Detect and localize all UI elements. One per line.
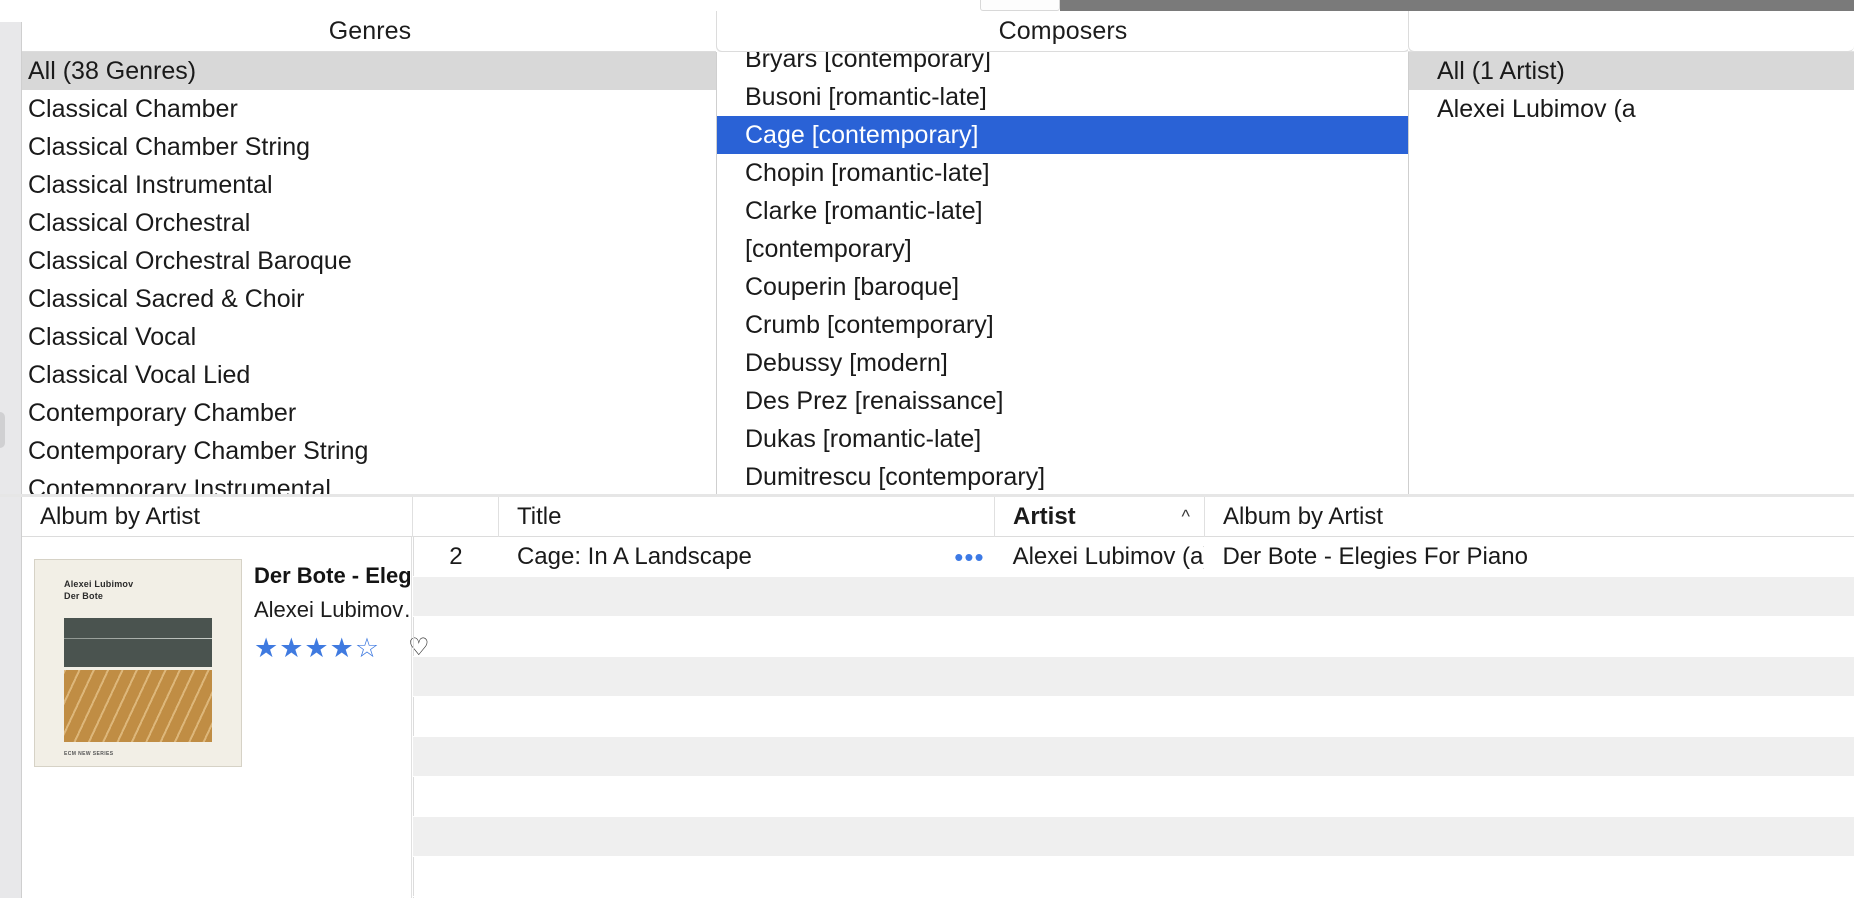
- composers-row[interactable]: Dumitrescu [contemporary]: [717, 458, 1409, 494]
- artwork-title-line: Der Bote: [64, 591, 104, 601]
- artists-header-tab-shape: [1408, 11, 1854, 52]
- genres-list[interactable]: All (38 Genres) Classical Chamber Classica…: [0, 52, 740, 494]
- genres-row[interactable]: Contemporary Chamber String: [0, 432, 739, 470]
- album-rating-row: ★★★★☆ ♡: [254, 633, 430, 663]
- artwork-credit: Alexei Lubimov Der Bote: [64, 578, 133, 602]
- album-info-panel: Alexei Lubimov Der Bote ECM NEW SERIES D…: [22, 537, 430, 898]
- genres-row[interactable]: Contemporary Instrumental: [0, 470, 739, 494]
- composers-row-clipped[interactable]: Bryars [contemporary]: [717, 52, 1409, 78]
- composers-pane: Composers Bryars [contemporary] Busoni [r…: [716, 11, 1410, 494]
- genres-row[interactable]: Classical Orchestral Baroque: [0, 242, 739, 280]
- genres-row[interactable]: Classical Chamber String: [0, 128, 739, 166]
- composers-pane-header[interactable]: Composers: [716, 11, 1410, 52]
- composers-row[interactable]: [contemporary]: [717, 230, 1409, 268]
- composers-row[interactable]: Chopin [romantic-late]: [717, 154, 1409, 192]
- genres-row[interactable]: Contemporary Chamber: [0, 394, 739, 432]
- composers-list[interactable]: Bryars [contemporary] Busoni [romantic-la…: [716, 52, 1410, 494]
- genres-pane-header[interactable]: Genres: [0, 11, 740, 52]
- table-row-empty[interactable]: [413, 697, 1854, 737]
- artwork-artist-line: Alexei Lubimov: [64, 579, 134, 589]
- genres-header-label: Genres: [328, 16, 412, 45]
- library-browser: Genres All (38 Genres) Classical Chamber C…: [0, 11, 1854, 505]
- sort-ascending-caret-icon: ^: [1181, 506, 1190, 526]
- table-row-empty[interactable]: [413, 617, 1854, 657]
- track-rows[interactable]: 2 Cage: In A Landscape ••• Alexei Lubimov (…: [413, 537, 1854, 898]
- table-column-header[interactable]: Title: [498, 496, 994, 537]
- composers-row[interactable]: Dukas [romantic-late]: [717, 420, 1409, 458]
- table-row-empty[interactable]: [413, 577, 1854, 617]
- genres-row[interactable]: Classical Orchestral: [0, 204, 739, 242]
- table-column-header[interactable]: Artist ^: [994, 496, 1204, 537]
- table-column-header-label: Title: [517, 502, 562, 530]
- row-overflow-menu-icon[interactable]: •••: [954, 544, 984, 570]
- table-column-header[interactable]: Album by Artist: [1204, 496, 1854, 537]
- artists-list[interactable]: All (1 Artist) Alexei Lubimov (a: [1408, 52, 1854, 494]
- genres-row[interactable]: Classical Sacred & Choir: [0, 280, 739, 318]
- table-column-header-label: Artist: [1013, 502, 1076, 530]
- genres-pane: Genres All (38 Genres) Classical Chamber C…: [0, 11, 740, 494]
- composers-row-selected[interactable]: Cage [contemporary]: [717, 116, 1409, 154]
- genres-row[interactable]: Classical Chamber: [0, 90, 739, 128]
- track-number-cell: 2: [449, 542, 463, 570]
- vertical-scrollbar-thumb[interactable]: [0, 412, 5, 448]
- track-artist-cell: Alexei Lubimov (a): [1012, 542, 1205, 570]
- artists-row[interactable]: Alexei Lubimov (a: [1409, 90, 1854, 128]
- table-column-header[interactable]: [412, 496, 498, 537]
- table-row[interactable]: 2 Cage: In A Landscape ••• Alexei Lubimov (…: [413, 537, 1854, 577]
- composers-row[interactable]: Clarke [romantic-late]: [717, 192, 1409, 230]
- table-row-empty[interactable]: [413, 737, 1854, 777]
- music-library-window: Genres All (38 Genres) Classical Chamber C…: [0, 0, 1854, 898]
- artwork-dark-band: [64, 618, 212, 667]
- composers-row[interactable]: Busoni [romantic-late]: [717, 78, 1409, 116]
- horizontal-scrollbar-track[interactable]: [1060, 0, 1854, 11]
- artists-pane-header[interactable]: [1408, 11, 1854, 52]
- composers-header-label: Composers: [998, 17, 1128, 45]
- composers-row[interactable]: Debussy [modern]: [717, 344, 1409, 382]
- genres-row[interactable]: Classical Vocal Lied: [0, 356, 739, 394]
- track-title-cell: Cage: In A Landscape •••: [516, 541, 985, 572]
- table-column-header-label: Album by Artist: [40, 502, 201, 530]
- artists-row-all[interactable]: All (1 Artist): [1409, 52, 1854, 90]
- table-row-empty[interactable]: [413, 657, 1854, 697]
- genres-row[interactable]: Classical Instrumental: [0, 166, 739, 204]
- album-metadata: Der Bote - Eleg… Alexei Lubimov… ★★★★☆ ♡: [254, 559, 430, 663]
- album-artwork[interactable]: Alexei Lubimov Der Bote ECM NEW SERIES: [34, 559, 242, 767]
- table-row-empty[interactable]: [413, 817, 1854, 857]
- track-album-cell: Der Bote - Elegies For Piano: [1222, 542, 1528, 570]
- composers-row[interactable]: Des Prez [renaissance]: [717, 382, 1409, 420]
- album-artist-text: Alexei Lubimov…: [254, 597, 410, 622]
- composers-row[interactable]: Crumb [contemporary]: [717, 306, 1409, 344]
- composers-row[interactable]: Couperin [baroque]: [717, 268, 1409, 306]
- toolbar-tab-stub[interactable]: [980, 0, 1060, 11]
- genres-row[interactable]: Classical Vocal: [0, 318, 739, 356]
- left-edge-gutter: [0, 22, 22, 505]
- track-table-header[interactable]: Album by Artist Title Artist ^ Album by Arti…: [22, 496, 1854, 537]
- artwork-label-footer: ECM NEW SERIES: [64, 751, 114, 757]
- table-row-empty[interactable]: [413, 857, 1854, 897]
- star-rating[interactable]: ★★★★☆: [254, 633, 380, 663]
- album-title-text: Der Bote - Eleg…: [254, 563, 410, 588]
- artists-pane: All (1 Artist) Alexei Lubimov (a: [1408, 11, 1854, 494]
- artwork-gold-band: [64, 670, 212, 742]
- bottom-left-gutter: [0, 497, 22, 898]
- table-row-empty[interactable]: [413, 777, 1854, 817]
- table-column-header[interactable]: Album by Artist: [22, 497, 412, 537]
- genres-row-all[interactable]: All (38 Genres): [0, 52, 739, 90]
- top-toolbar-strip: [0, 0, 1854, 11]
- table-column-header-label: Album by Artist: [1223, 502, 1384, 530]
- track-list-region: Album by Artist Title Artist ^ Album by Arti…: [0, 496, 1854, 898]
